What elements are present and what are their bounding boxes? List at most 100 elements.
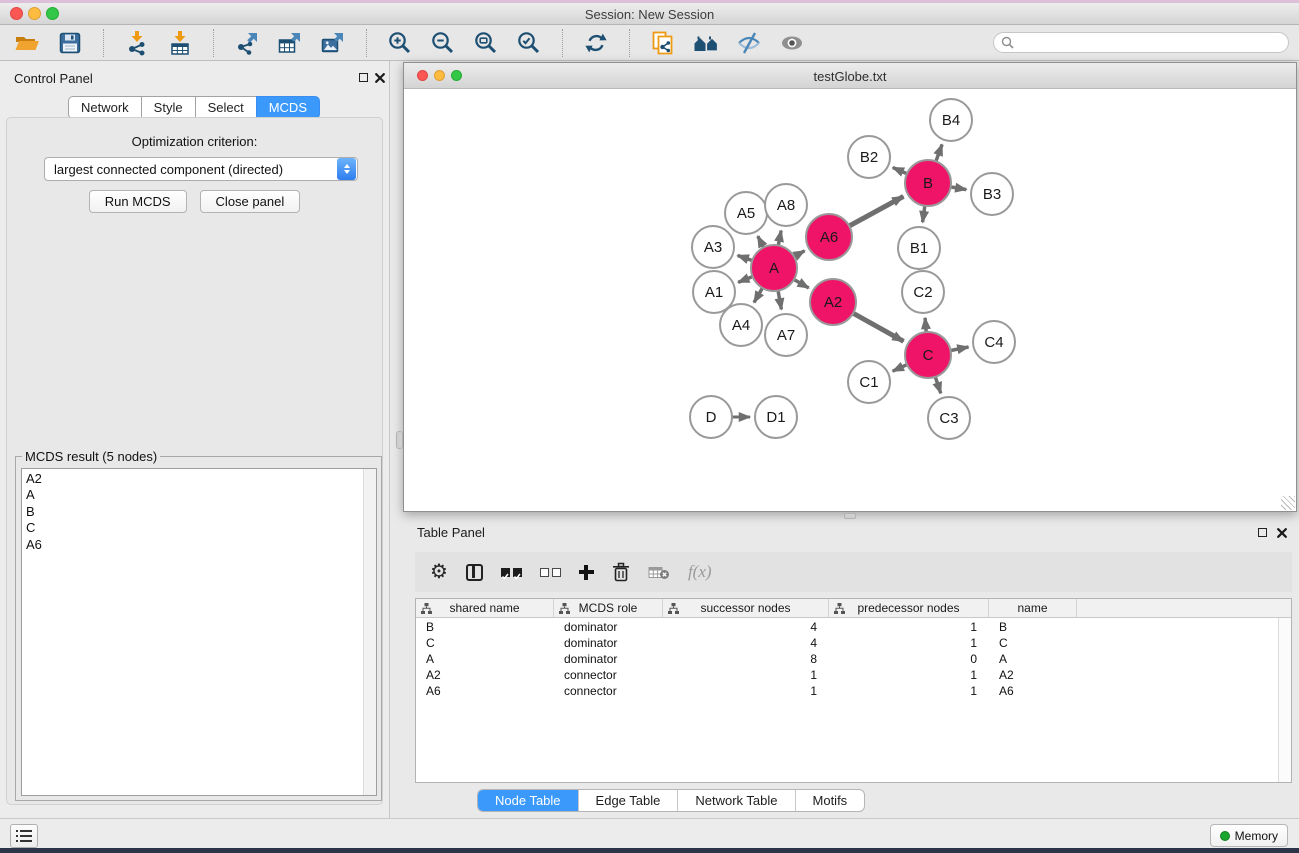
graph-node-A[interactable]: A <box>751 245 797 291</box>
graph-node-B2[interactable]: B2 <box>848 136 890 178</box>
column-header-mcds-role[interactable]: MCDS role <box>554 599 663 617</box>
new-network-from-file-icon[interactable] <box>650 30 676 56</box>
graph-node-B4[interactable]: B4 <box>930 99 972 141</box>
zoom-fit-icon[interactable] <box>473 30 499 56</box>
table-cell: 8 <box>663 651 829 667</box>
graph-node-C[interactable]: C <box>905 332 951 378</box>
hide-graphics-details-icon[interactable] <box>736 30 762 56</box>
tab-motifs[interactable]: Motifs <box>795 790 865 811</box>
network-window-titlebar[interactable]: testGlobe.txt <box>404 63 1296 89</box>
table-scrollbar[interactable] <box>1278 618 1291 782</box>
run-mcds-button[interactable]: Run MCDS <box>89 190 187 213</box>
svg-text:C1: C1 <box>859 374 878 391</box>
table-row[interactable]: Adominator80A <box>416 651 1291 667</box>
svg-text:D1: D1 <box>766 409 785 426</box>
network-horizontal-scrollbar[interactable] <box>844 513 856 519</box>
graph-node-A3[interactable]: A3 <box>692 226 734 268</box>
tab-style[interactable]: Style <box>141 96 196 119</box>
table-cell: 0 <box>829 651 989 667</box>
mcds-result-item[interactable]: A <box>26 487 376 503</box>
graph-node-B[interactable]: B <box>905 160 951 206</box>
criterion-select[interactable]: largest connected component (directed) <box>44 157 358 181</box>
float-table-panel-icon[interactable] <box>1258 528 1267 537</box>
mcds-result-item[interactable]: A6 <box>26 537 376 553</box>
svg-text:A4: A4 <box>732 317 750 334</box>
graph-node-A8[interactable]: A8 <box>765 184 807 226</box>
tab-network-table[interactable]: Network Table <box>677 790 794 811</box>
export-network-icon[interactable] <box>234 30 260 56</box>
column-header-predecessor-nodes[interactable]: predecessor nodes <box>829 599 989 617</box>
graph-node-C3[interactable]: C3 <box>928 397 970 439</box>
column-header-successor-nodes[interactable]: successor nodes <box>663 599 829 617</box>
main-toolbar <box>0 25 1299 61</box>
close-table-panel-icon[interactable] <box>1277 528 1287 538</box>
home-view-icon[interactable] <box>693 30 719 56</box>
export-image-icon[interactable] <box>320 30 346 56</box>
table-toolbar: ⚙ f(x) <box>415 552 1292 592</box>
network-canvas[interactable]: A B C A2 A6 A1A3 A4 A5 A7 A8 B1 B2 B3 B4 C1 C2 C3C4 D D1 <box>404 89 1296 511</box>
tab-select[interactable]: Select <box>195 96 257 119</box>
select-all-rows-icon[interactable] <box>501 568 522 577</box>
mcds-result-item[interactable]: C <box>26 520 376 536</box>
create-column-icon[interactable] <box>579 565 594 580</box>
tab-edge-table[interactable]: Edge Table <box>578 790 678 811</box>
search-icon <box>1001 36 1014 49</box>
deselect-all-rows-icon[interactable] <box>540 568 561 577</box>
table-row[interactable]: A6connector11A6 <box>416 683 1291 699</box>
delete-columns-trash-icon[interactable] <box>612 562 630 582</box>
graph-node-C4[interactable]: C4 <box>973 321 1015 363</box>
graph-node-A7[interactable]: A7 <box>765 314 807 356</box>
graph-node-C1[interactable]: C1 <box>848 361 890 403</box>
float-panel-icon[interactable] <box>359 73 368 82</box>
graph-node-A5[interactable]: A5 <box>725 192 767 234</box>
result-list-scrollbar[interactable] <box>363 469 376 795</box>
task-history-button[interactable] <box>10 824 38 848</box>
list-icon <box>20 830 32 842</box>
table-cell: connector <box>554 667 663 683</box>
mcds-result-item[interactable]: B <box>26 504 376 520</box>
graph-node-C2[interactable]: C2 <box>902 271 944 313</box>
app-titlebar[interactable]: Session: New Session <box>0 3 1299 25</box>
node-table[interactable]: shared nameMCDS rolesuccessor nodesprede… <box>415 598 1292 783</box>
open-session-icon[interactable] <box>14 30 40 56</box>
table-row[interactable]: A2connector11A2 <box>416 667 1291 683</box>
mcds-result-item[interactable]: A2 <box>26 471 376 487</box>
save-session-icon[interactable] <box>57 30 83 56</box>
close-panel-icon[interactable] <box>375 73 385 83</box>
graph-node-D1[interactable]: D1 <box>755 396 797 438</box>
graph-node-A4[interactable]: A4 <box>720 304 762 346</box>
import-table-icon[interactable] <box>167 30 193 56</box>
graph-node-D[interactable]: D <box>690 396 732 438</box>
network-vertical-scrollbar[interactable] <box>396 431 403 449</box>
graph-node-A1[interactable]: A1 <box>693 271 735 313</box>
show-graphics-details-icon[interactable] <box>779 30 805 56</box>
zoom-selected-icon[interactable] <box>516 30 542 56</box>
show-columns-icon[interactable] <box>466 564 483 581</box>
control-panel-tabs: NetworkStyleSelectMCDS <box>0 96 389 119</box>
tab-mcds[interactable]: MCDS <box>256 96 320 119</box>
import-network-icon[interactable] <box>124 30 150 56</box>
column-header-shared-name[interactable]: shared name <box>416 599 554 617</box>
app-title: Session: New Session <box>0 7 1299 22</box>
mcds-result-list[interactable]: A2ABCA6 <box>21 468 377 796</box>
zoom-in-icon[interactable] <box>387 30 413 56</box>
graph-node-A2[interactable]: A2 <box>810 279 856 325</box>
tab-node-table[interactable]: Node Table <box>478 790 578 811</box>
network-graph[interactable]: A B C A2 A6 A1A3 A4 A5 A7 A8 B1 B2 B3 B4 C1 C2 C3C4 D D1 <box>404 89 1296 511</box>
column-header-name[interactable]: name <box>989 599 1077 617</box>
network-view-window[interactable]: testGlobe.txt A B C A2 A6 A1A3 A4 A5 A7 A8 B1 B2 B3 B… <box>403 62 1297 512</box>
table-row[interactable]: Bdominator41B <box>416 619 1291 635</box>
memory-button[interactable]: Memory <box>1210 824 1288 847</box>
refresh-icon[interactable] <box>583 30 609 56</box>
graph-node-B3[interactable]: B3 <box>971 173 1013 215</box>
close-panel-button[interactable]: Close panel <box>200 190 301 213</box>
graph-node-B1[interactable]: B1 <box>898 227 940 269</box>
export-table-icon[interactable] <box>277 30 303 56</box>
graph-node-A6[interactable]: A6 <box>806 214 852 260</box>
table-row[interactable]: Cdominator41C <box>416 635 1291 651</box>
window-resize-grip[interactable] <box>1281 496 1295 510</box>
tab-network[interactable]: Network <box>68 96 142 119</box>
table-mode-gear-icon[interactable]: ⚙ <box>430 562 448 582</box>
zoom-out-icon[interactable] <box>430 30 456 56</box>
search-input[interactable] <box>993 32 1289 53</box>
